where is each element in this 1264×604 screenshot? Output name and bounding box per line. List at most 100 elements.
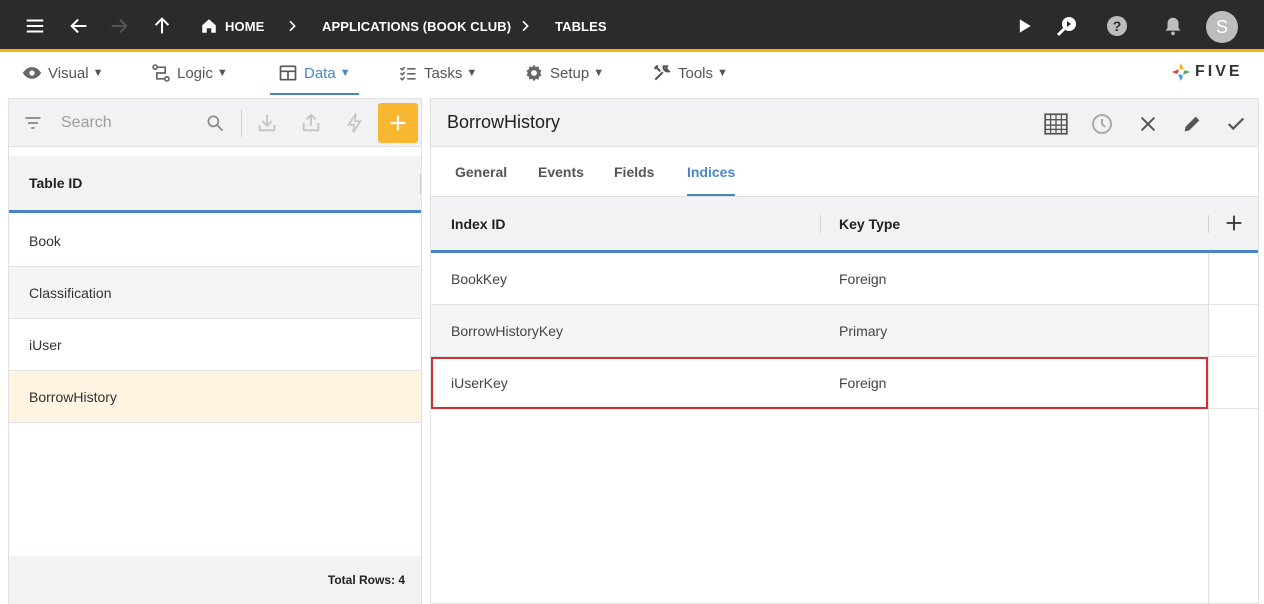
help-icon[interactable]: ? [1103,12,1131,40]
top-app-bar: HOME APPLICATIONS (BOOK CLUB) TABLES ? S [0,0,1264,52]
up-arrow-icon[interactable] [148,12,176,40]
row-spacer [1209,357,1258,409]
tab-indices[interactable]: Indices [687,147,736,196]
bell-icon[interactable] [1159,12,1187,40]
breadcrumb-tables[interactable]: TABLES [555,0,607,52]
list-toolbar: Search [9,99,421,147]
menu-tools-label: Tools [678,64,714,82]
check-icon[interactable] [1223,111,1249,137]
chevron-right-icon [284,18,300,34]
menu-icon[interactable] [21,12,49,40]
chevron-right-icon [517,18,533,34]
tables-list-panel: Search Table ID Book Classification iUse… [8,98,422,604]
avatar[interactable]: S [1206,11,1238,43]
list-item[interactable]: Classification [9,267,421,319]
list-item[interactable]: Book [9,215,421,267]
record-detail-panel: BorrowHistory General Events Fields Indi… [430,98,1259,604]
plus-icon [387,112,409,134]
total-rows-label: Total Rows: 4 [327,573,405,587]
table-row[interactable]: BookKey Foreign [431,253,1208,305]
row-spacer [1209,305,1258,357]
back-arrow-icon[interactable] [65,12,93,40]
caret-down-icon: ▼ [92,67,104,79]
play-icon[interactable] [1010,12,1038,40]
caret-down-icon: ▼ [339,67,351,79]
search-icon[interactable] [203,111,227,135]
caret-down-icon: ▼ [466,67,478,79]
caret-down-icon: ▼ [717,67,728,79]
logic-icon [151,63,171,83]
logo-text: FIVE [1195,63,1243,80]
column-header-index-id[interactable]: Index ID [451,197,505,250]
tab-events[interactable]: Events [538,147,584,196]
menu-tasks[interactable]: Tasks ▼ [398,55,477,91]
cell-index-id: BookKey [451,270,508,287]
row-spacer [1209,253,1258,305]
column-resize-handle[interactable] [420,174,421,194]
checklist-icon [398,63,418,83]
cell-index-id: BorrowHistoryKey [451,322,564,339]
table-icon [278,63,298,83]
menu-setup[interactable]: Setup ▼ [524,55,604,91]
forward-arrow-icon[interactable] [105,12,133,40]
menu-data[interactable]: Data ▼ [270,55,359,95]
column-resize-handle[interactable] [820,215,821,233]
column-header-key-type[interactable]: Key Type [839,197,900,250]
list-item-label: iUser [29,336,62,353]
inspect-icon[interactable] [1053,12,1081,40]
main-menu-bar: Visual ▼ Logic ▼ Data ▼ Tasks ▼ Setup ▼ … [0,55,1264,97]
record-title: BorrowHistory [447,112,561,132]
tab-general[interactable]: General [455,147,507,196]
eye-icon [22,63,42,83]
breadcrumb-home[interactable]: HOME [225,0,264,52]
breadcrumb-applications[interactable]: APPLICATIONS (BOOK CLUB) [322,0,511,52]
toolbar-divider [241,109,242,137]
tab-fields[interactable]: Fields [614,147,654,196]
menu-logic-label: Logic [177,64,213,82]
history-icon[interactable] [1089,111,1115,137]
menu-data-label: Data [304,64,336,82]
close-icon[interactable] [1135,111,1161,137]
export-icon[interactable] [299,111,323,135]
column-resize-handle[interactable] [1208,215,1209,233]
cell-key-type: Primary [839,322,888,339]
add-index-plus-icon[interactable] [1223,212,1245,234]
svg-text:?: ? [1113,18,1122,34]
filter-icon[interactable] [21,111,45,135]
table-row[interactable]: BorrowHistoryKey Primary [431,305,1208,357]
column-header-table-id[interactable]: Table ID [9,156,421,213]
list-item-selected[interactable]: BorrowHistory [9,371,421,423]
menu-setup-label: Setup [550,64,590,82]
cell-index-id: iUserKey [451,375,508,391]
add-record-button[interactable] [378,103,418,143]
caret-down-icon: ▼ [216,67,228,79]
five-logo-icon [1170,61,1192,83]
gear-icon [524,63,544,83]
record-tabs: General Events Fields Indices [431,147,1258,197]
import-icon[interactable] [255,111,279,135]
table-row-highlighted[interactable]: iUserKey Foreign [431,357,1208,409]
column-header-label: Table ID [29,175,83,191]
list-item-label: Classification [29,284,112,301]
search-input[interactable]: Search [61,114,112,132]
cell-key-type: Foreign [839,375,887,391]
menu-tools[interactable]: Tools ▼ [652,55,728,91]
home-icon[interactable] [200,17,218,35]
list-item-label: BorrowHistory [29,388,117,405]
total-rows-footer: Total Rows: 4 [9,556,421,604]
lightning-icon[interactable] [343,111,367,135]
menu-tasks-label: Tasks [424,64,463,82]
caret-down-icon: ▼ [593,67,605,79]
menu-visual-label: Visual [48,64,89,82]
record-header: BorrowHistory [431,99,1258,147]
five-logo: FIVE [1170,61,1243,83]
cell-key-type: Foreign [839,270,887,287]
grid-view-icon[interactable] [1043,111,1069,137]
list-item[interactable]: iUser [9,319,421,371]
indices-grid-header: Index ID Key Type [431,197,1258,253]
menu-visual[interactable]: Visual ▼ [22,55,103,91]
list-item-label: Book [29,232,61,249]
wrench-icon [652,63,672,83]
menu-logic[interactable]: Logic ▼ [151,55,228,91]
edit-icon[interactable] [1179,111,1205,137]
